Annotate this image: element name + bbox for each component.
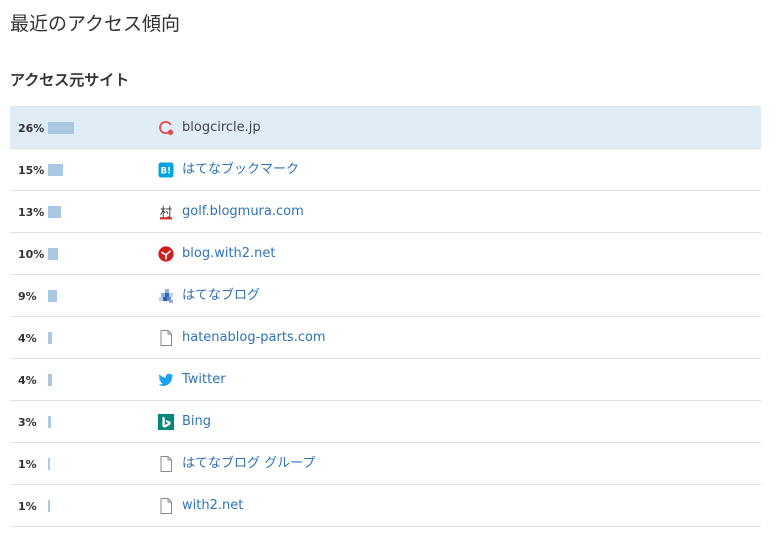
document-icon xyxy=(158,456,174,472)
table-row: 1% with2.net xyxy=(10,485,761,527)
table-row: 10% blog.with2.net xyxy=(10,233,761,275)
referrer-link[interactable]: はてなブログ グループ xyxy=(182,443,315,485)
referrer-link[interactable]: with2.net xyxy=(182,485,243,527)
percent-label: 3% xyxy=(18,416,37,429)
share-bar xyxy=(48,374,52,386)
svg-text:B!: B! xyxy=(161,167,171,177)
table-row: 9% はてなブログ xyxy=(10,275,761,317)
percent-label: 4% xyxy=(18,332,37,345)
percent-label: 26% xyxy=(18,122,45,135)
referrer-link[interactable]: Twitter xyxy=(182,359,226,401)
share-bar xyxy=(48,122,74,134)
twitter-icon xyxy=(158,372,174,388)
share-bar xyxy=(48,164,63,176)
percent-label: 4% xyxy=(18,374,37,387)
table-row: 13% 村 golf.blogmura.com xyxy=(10,191,761,233)
table-row: 4% hatenablog-parts.com xyxy=(10,317,761,359)
referrer-link[interactable]: Bing xyxy=(182,401,211,443)
percent-label: 9% xyxy=(18,290,37,303)
percent-label: 1% xyxy=(18,458,37,471)
referrer-link[interactable]: hatenablog-parts.com xyxy=(182,317,326,359)
hatena-blog-icon xyxy=(158,288,174,304)
percent-label: 10% xyxy=(18,248,45,261)
share-bar xyxy=(48,416,51,428)
share-bar xyxy=(48,332,52,344)
referrer-link[interactable]: blog.with2.net xyxy=(182,233,276,275)
document-icon xyxy=(158,330,174,346)
bing-icon xyxy=(158,414,174,430)
table-row: 4% Twitter xyxy=(10,359,761,401)
share-bar xyxy=(48,206,61,218)
referrer-link[interactable]: はてなブログ xyxy=(182,275,260,317)
percent-label: 1% xyxy=(18,500,37,513)
with2-icon xyxy=(158,246,174,262)
document-icon xyxy=(158,498,174,514)
percent-label: 15% xyxy=(18,164,45,177)
blogmura-icon: 村 xyxy=(158,204,174,220)
referrer-label: blogcircle.jp xyxy=(182,120,261,135)
referrer-table: 26% blogcircle.jp 15% B! はてなブックマーク 13% 村 golf.b… xyxy=(10,106,761,527)
table-row: 26% blogcircle.jp xyxy=(10,107,761,149)
hatena-bookmark-icon: B! xyxy=(158,162,174,178)
table-row: 15% B! はてなブックマーク xyxy=(10,149,761,191)
share-bar xyxy=(48,248,58,260)
table-row: 1% はてなブログ グループ xyxy=(10,443,761,485)
share-bar xyxy=(48,458,50,470)
svg-text:村: 村 xyxy=(160,205,172,219)
share-bar xyxy=(48,290,57,302)
share-bar xyxy=(48,500,50,512)
percent-label: 13% xyxy=(18,206,45,219)
section-title: アクセス元サイト xyxy=(10,71,130,89)
blogcircle-icon xyxy=(158,120,174,136)
page-title: 最近のアクセス傾向 xyxy=(10,13,181,35)
table-row: 3% Bing xyxy=(10,401,761,443)
referrer-link[interactable]: はてなブックマーク xyxy=(182,149,299,191)
referrer-link[interactable]: golf.blogmura.com xyxy=(182,191,304,233)
